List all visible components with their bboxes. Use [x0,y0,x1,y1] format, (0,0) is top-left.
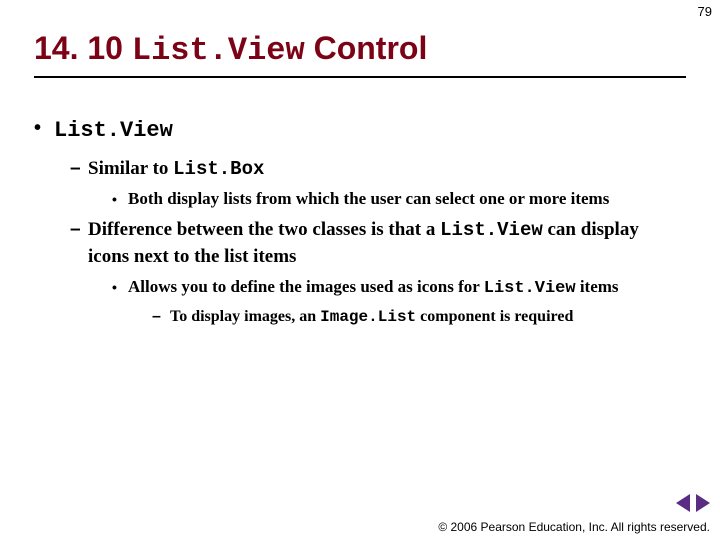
disc-icon: • [34,118,41,138]
lvl4-code: Image.List [320,308,416,326]
dash-icon: – [70,156,81,182]
disc-icon: • [112,190,117,209]
disc-icon: • [112,278,117,297]
footer-copyright: © 2006 Pearson Education, Inc. All right… [438,520,710,534]
lvl2a-code: List.Box [173,158,264,180]
dash-icon: – [70,217,81,243]
bullet-level3: • Both display lists from which the user… [112,188,680,211]
nav-controls [676,494,710,512]
bullet-level1: • List.View [34,116,680,146]
title-section-number: 14. 10 [34,30,123,66]
title-code: List.View [132,32,305,69]
next-slide-icon[interactable] [696,494,710,512]
lvl4-suffix: component is required [416,308,573,325]
lvl3b-prefix: Allows you to define the images used as … [128,277,484,296]
content-area: • List.View – Similar to List.Box • Both… [34,108,680,335]
lvl3a-text: Both display lists from which the user c… [128,189,609,208]
bullet-level3: • Allows you to define the images used a… [112,276,680,301]
bullet-level2: – Similar to List.Box [70,156,680,183]
lvl3b-suffix: items [576,277,619,296]
copyright-text: 2006 Pearson Education, Inc. All rights … [447,520,710,534]
dash-icon: – [152,306,161,328]
slide: 79 14. 10 List.View Control • List.View … [0,0,720,540]
bullet-level4: – To display images, an Image.List compo… [152,306,680,329]
lvl3b-code: List.View [484,279,576,298]
lvl1-text: List.View [54,118,173,143]
title-underline [34,76,686,78]
title-suffix: Control [314,30,428,66]
bullet-level2: – Difference between the two classes is … [70,217,680,269]
lvl2b-prefix: Difference between the two classes is th… [88,219,440,240]
slide-title: 14. 10 List.View Control [34,30,427,69]
copyright-symbol: © [438,520,447,534]
lvl2b-code: List.View [440,219,543,241]
lvl4-prefix: To display images, an [170,308,320,325]
prev-slide-icon[interactable] [676,494,690,512]
page-number: 79 [698,4,712,19]
lvl2a-prefix: Similar to [88,158,173,179]
